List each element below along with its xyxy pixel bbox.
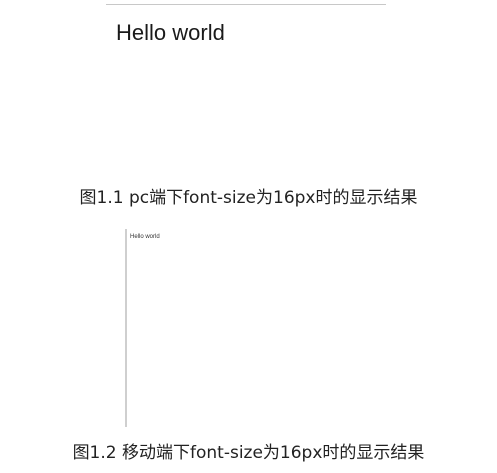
figure-caption-1: 图1.1 pc端下font-size为16px时的显示结果 — [79, 188, 418, 208]
figure-caption-2: 图1.2 移动端下font-size为16px时的显示结果 — [72, 443, 425, 463]
mobile-sample-text: Hello world — [130, 234, 160, 240]
mobile-preview-frame — [125, 229, 127, 427]
pc-preview-frame — [106, 0, 386, 5]
pc-sample-text: Hello world — [116, 20, 225, 45]
